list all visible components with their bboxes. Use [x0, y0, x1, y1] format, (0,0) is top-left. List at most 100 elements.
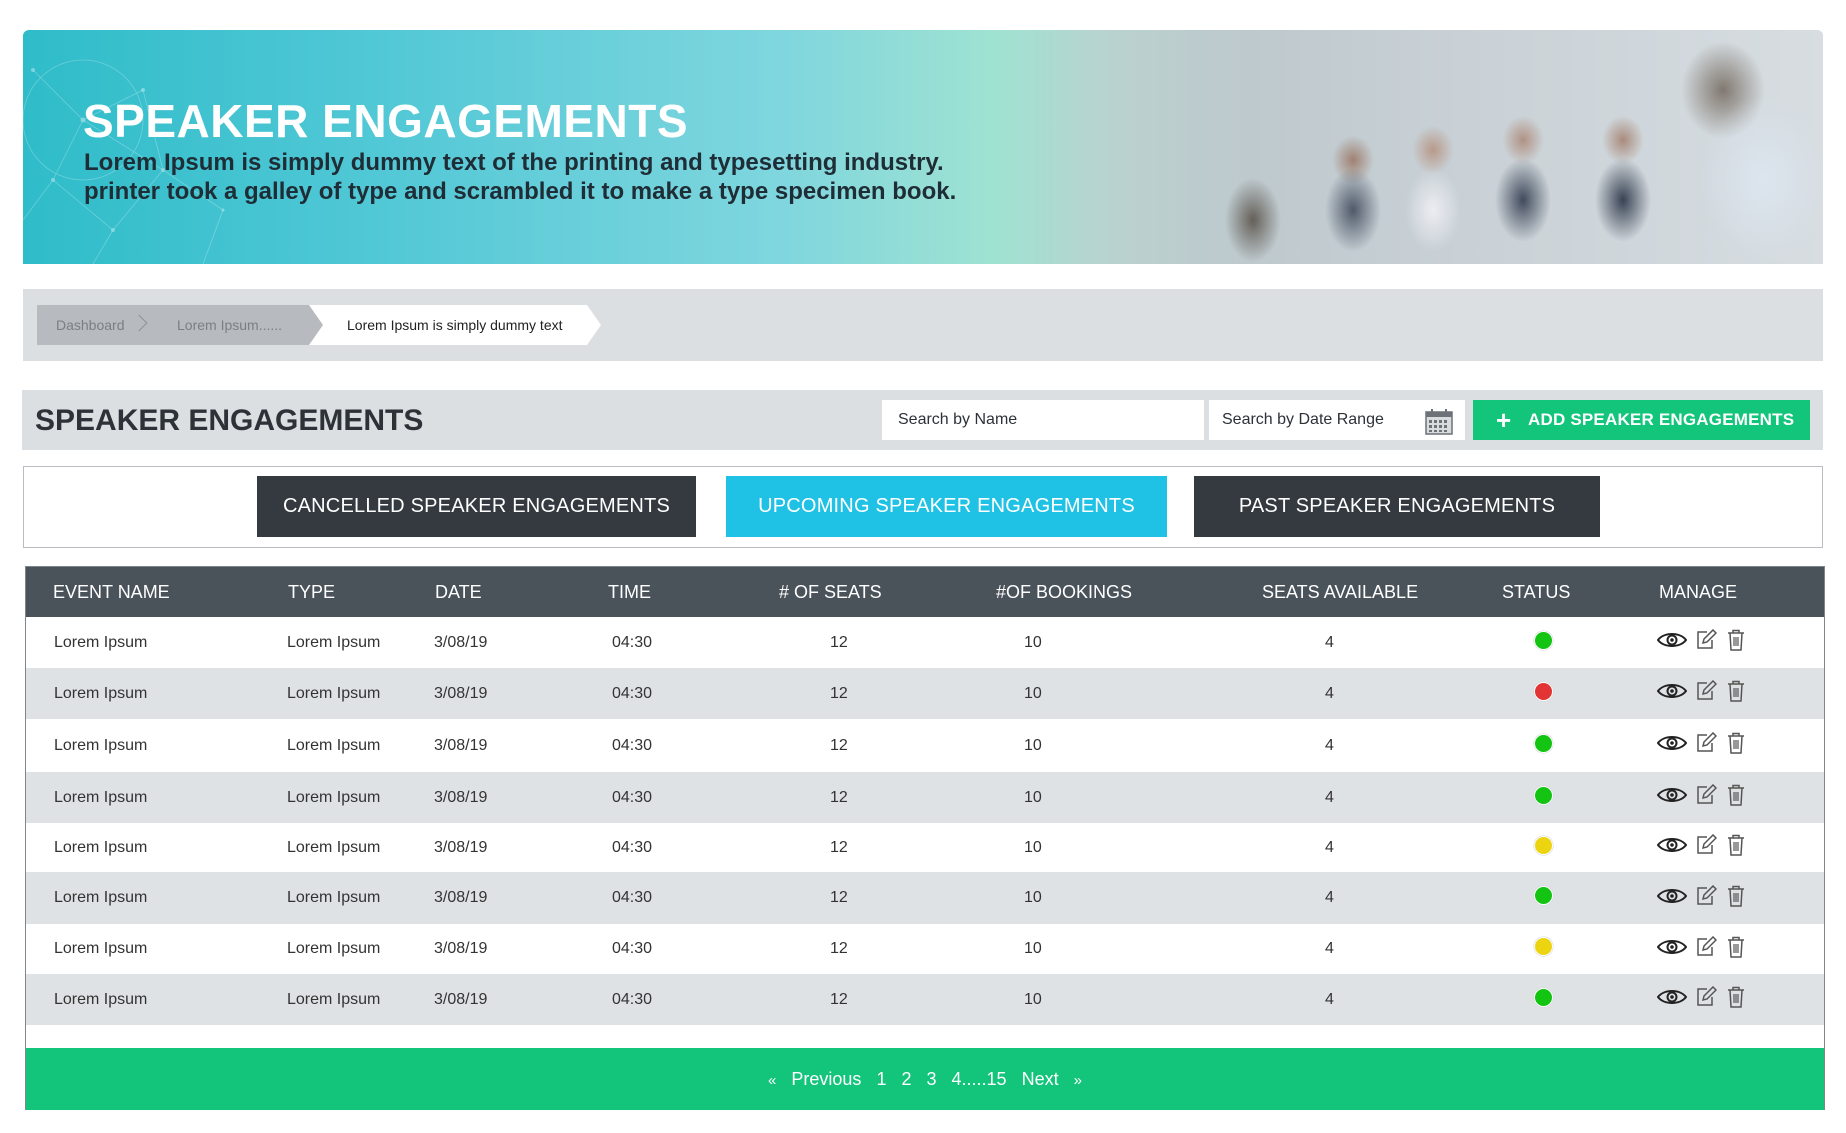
eye-icon[interactable] [1656, 887, 1688, 910]
eye-icon[interactable] [1656, 734, 1688, 757]
trash-icon[interactable] [1727, 629, 1745, 656]
table-row[interactable]: Lorem Ipsum Lorem Ipsum 3/08/19 04:30 12 10 4 [26, 924, 1824, 974]
cell-manage [1624, 872, 1824, 924]
eye-icon[interactable] [1656, 682, 1688, 705]
breadcrumb-label: Lorem Ipsum...... [177, 317, 283, 333]
cell-type: Lorem Ipsum [287, 788, 381, 806]
status-yellow-dot-icon [1534, 937, 1553, 956]
col-header-status[interactable]: STATUS [1459, 567, 1624, 617]
trash-icon[interactable] [1727, 784, 1745, 811]
edit-icon[interactable] [1695, 985, 1718, 1013]
cell-seats-available: 4 [1325, 684, 1334, 702]
previous-page-link[interactable]: Previous [791, 1069, 861, 1089]
breadcrumb-item-dashboard[interactable]: Dashboard [37, 305, 149, 345]
engagement-tabs: CANCELLED SPEAKER ENGAGEMENTS UPCOMING S… [23, 466, 1823, 548]
col-header-type[interactable]: TYPE [254, 567, 429, 617]
cell-time: 04:30 [612, 633, 653, 651]
table-row[interactable]: Lorem Ipsum Lorem Ipsum 3/08/19 04:30 12 10 4 [26, 668, 1824, 719]
status-yellow-dot-icon [1534, 835, 1553, 855]
eye-icon[interactable] [1656, 786, 1688, 809]
cell-seats: 12 [830, 684, 848, 702]
tab-upcoming[interactable]: UPCOMING SPEAKER ENGAGEMENTS [726, 476, 1167, 537]
tab-past[interactable]: PAST SPEAKER ENGAGEMENTS [1194, 476, 1600, 537]
col-header-bookings[interactable]: #OF BOOKINGS [964, 567, 1199, 617]
eye-icon[interactable] [1656, 988, 1688, 1011]
cell-seats-available: 4 [1325, 736, 1334, 754]
col-header-date[interactable]: DATE [429, 567, 599, 617]
double-chevron-left-icon[interactable]: « [768, 1072, 776, 1089]
status-green-dot-icon [1534, 630, 1553, 650]
cell-manage [1624, 772, 1824, 823]
table-row[interactable]: Lorem Ipsum Lorem Ipsum 3/08/19 04:30 12 10 4 [26, 617, 1824, 668]
trash-icon[interactable] [1727, 986, 1745, 1013]
page-link-3[interactable]: 3 [927, 1069, 937, 1089]
cell-status [1459, 823, 1624, 872]
cell-seats-available: 4 [1325, 990, 1334, 1008]
hero-subtitle: Lorem Ipsum is simply dummy text of the … [84, 148, 956, 206]
hero-title: SPEAKER ENGAGEMENTS [83, 95, 689, 147]
cell-date: 3/08/19 [434, 990, 488, 1008]
cell-date: 3/08/19 [434, 788, 488, 806]
calendar-icon[interactable] [1425, 409, 1453, 435]
col-header-seats[interactable]: # OF SEATS [759, 567, 964, 617]
col-header-event-name[interactable]: EVENT NAME [26, 567, 254, 617]
next-page-link[interactable]: Next [1022, 1069, 1059, 1089]
trash-icon[interactable] [1727, 680, 1745, 707]
hero-subtitle-line-2: printer took a galley of type and scramb… [84, 178, 957, 205]
cell-bookings: 10 [1024, 838, 1042, 856]
cell-date: 3/08/19 [434, 838, 488, 856]
cell-manage [1624, 823, 1824, 872]
pagination: « Previous 1 2 3 4.....15 Next » [26, 1048, 1824, 1110]
cell-date: 3/08/19 [434, 889, 488, 906]
trash-icon[interactable] [1727, 834, 1745, 861]
cell-type: Lorem Ipsum [287, 940, 381, 957]
add-button-label: ADD SPEAKER ENGAGEMENTS [1528, 410, 1795, 429]
edit-icon[interactable] [1695, 783, 1718, 811]
cell-bookings: 10 [1024, 736, 1042, 754]
cell-seats: 12 [830, 788, 848, 806]
breadcrumb-arrow [309, 305, 323, 345]
double-chevron-right-icon[interactable]: » [1074, 1072, 1082, 1089]
cell-bookings: 10 [1024, 889, 1042, 906]
page-link-range[interactable]: 4.....15 [952, 1069, 1007, 1089]
cell-time: 04:30 [612, 788, 653, 806]
engagements-table: EVENT NAME TYPE DATE TIME # OF SEATS #OF… [25, 566, 1825, 1110]
add-speaker-engagements-button[interactable]: + ADD SPEAKER ENGAGEMENTS [1473, 400, 1810, 440]
status-green-dot-icon [1534, 886, 1553, 905]
eye-icon[interactable] [1656, 631, 1688, 654]
cell-type: Lorem Ipsum [287, 684, 381, 702]
hero-subtitle-line-1: Lorem Ipsum is simply dummy text of the … [84, 149, 944, 176]
cell-type: Lorem Ipsum [287, 990, 381, 1008]
col-header-seats-available[interactable]: SEATS AVAILABLE [1199, 567, 1459, 617]
table-row[interactable]: Lorem Ipsum Lorem Ipsum 3/08/19 04:30 12 10 4 [26, 974, 1824, 1025]
cell-event-name: Lorem Ipsum [54, 838, 148, 856]
table-row[interactable]: Lorem Ipsum Lorem Ipsum 3/08/19 04:30 12 10 4 [26, 823, 1824, 872]
search-name-input[interactable]: Search by Name [882, 400, 1204, 440]
cell-event-name: Lorem Ipsum [54, 736, 148, 754]
page-link-1[interactable]: 1 [876, 1069, 886, 1089]
search-date-placeholder: Search by Date Range [1222, 411, 1384, 428]
cell-status [1459, 772, 1624, 823]
table-row[interactable]: Lorem Ipsum Lorem Ipsum 3/08/19 04:30 12 10 4 [26, 872, 1824, 924]
search-date-range-input[interactable]: Search by Date Range [1209, 400, 1465, 440]
edit-icon[interactable] [1695, 731, 1718, 759]
edit-icon[interactable] [1695, 935, 1718, 963]
page-link-2[interactable]: 2 [901, 1069, 911, 1089]
edit-icon[interactable] [1695, 884, 1718, 912]
table-row[interactable]: Lorem Ipsum Lorem Ipsum 3/08/19 04:30 12 10 4 [26, 772, 1824, 823]
table-row[interactable]: Lorem Ipsum Lorem Ipsum 3/08/19 04:30 12 10 4 [26, 719, 1824, 772]
cell-manage [1624, 668, 1824, 719]
tab-cancelled[interactable]: CANCELLED SPEAKER ENGAGEMENTS [257, 476, 696, 537]
trash-icon[interactable] [1727, 936, 1745, 963]
col-header-time[interactable]: TIME [599, 567, 759, 617]
eye-icon[interactable] [1656, 836, 1688, 859]
trash-icon[interactable] [1727, 885, 1745, 912]
breadcrumb-item-lorem[interactable]: Lorem Ipsum...... [149, 305, 323, 345]
eye-icon[interactable] [1656, 938, 1688, 961]
section-header: SPEAKER ENGAGEMENTS Search by Name Searc… [22, 390, 1823, 450]
trash-icon[interactable] [1727, 732, 1745, 759]
edit-icon[interactable] [1695, 833, 1718, 861]
edit-icon[interactable] [1695, 628, 1718, 656]
edit-icon[interactable] [1695, 679, 1718, 707]
cell-bookings: 10 [1024, 684, 1042, 702]
